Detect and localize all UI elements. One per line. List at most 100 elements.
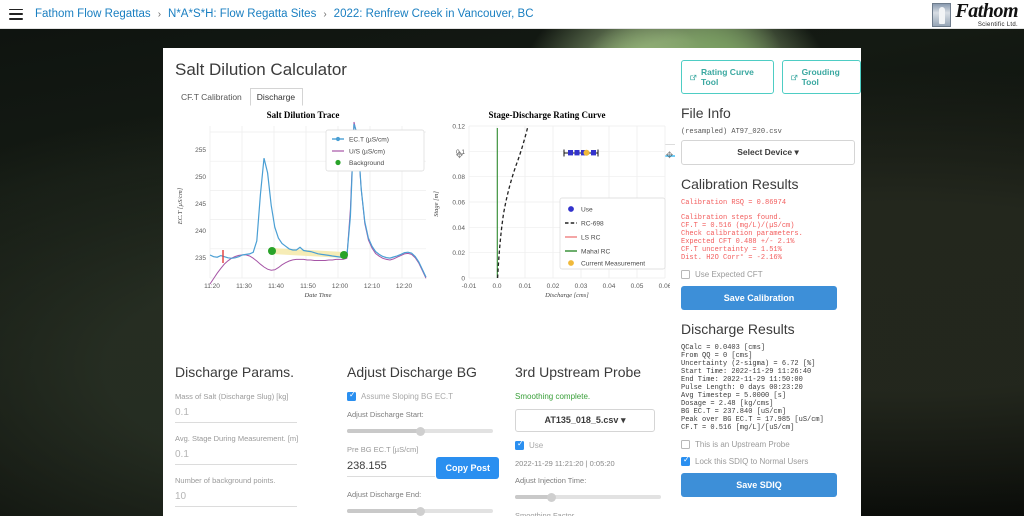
current-measurement-point[interactable] xyxy=(583,149,590,156)
mass-of-salt-input[interactable]: 0.1 xyxy=(175,407,335,418)
grouding-tool-button[interactable]: Grouding Tool xyxy=(781,60,861,94)
select-device-dropdown[interactable]: Select Device ▾ xyxy=(681,140,855,165)
chart-title: Stage-Discharge Rating Curve xyxy=(489,110,606,120)
y-axis-ticks: 235 240 245 250 255 xyxy=(195,147,206,262)
discharge-line: Avg Timestep = 5.0000 [s] xyxy=(681,392,787,400)
checkbox-label: This is an Upstream Probe xyxy=(695,440,790,449)
checkbox-label: Use xyxy=(529,441,544,450)
slider-fill xyxy=(347,509,420,513)
salt-dilution-trace-chart[interactable]: Salt Dilution Trace 235 240 245 250 255 … xyxy=(168,106,438,298)
field-label: Mass of Salt (Discharge Slug) [kg] xyxy=(175,392,289,401)
logo-subtitle: Scientific Ltd. xyxy=(977,22,1018,28)
breadcrumb-item-2[interactable]: 2022: Renfrew Creek in Vancouver, BC xyxy=(334,8,534,20)
tab-discharge[interactable]: Discharge xyxy=(249,88,304,106)
slider-knob[interactable] xyxy=(547,492,556,502)
external-link-icon xyxy=(690,74,697,80)
hamburger-menu-icon[interactable] xyxy=(9,8,23,20)
breadcrumb-separator-icon: › xyxy=(323,8,327,20)
pre-bg-input[interactable]: 238.155 xyxy=(347,460,435,472)
use-expected-cft-checkbox[interactable] xyxy=(681,270,690,279)
svg-text:250: 250 xyxy=(195,174,206,181)
breadcrumb-item-1[interactable]: N*A*S*H: Flow Regatta Sites xyxy=(168,8,316,20)
svg-text:0.04: 0.04 xyxy=(452,225,465,232)
use-checkbox[interactable] xyxy=(515,440,524,450)
use-point[interactable] xyxy=(574,150,580,156)
chevron-down-icon: ▾ xyxy=(794,147,799,157)
avg-stage-input[interactable]: 0.1 xyxy=(175,449,335,460)
upstream-probe-checkbox[interactable] xyxy=(681,440,690,449)
adjust-discharge-start-slider[interactable] xyxy=(347,425,493,437)
use-point[interactable] xyxy=(591,150,596,156)
background-point[interactable] xyxy=(268,247,276,255)
smoothing-factor-label: Smoothing Factor xyxy=(515,511,575,516)
field-underline xyxy=(175,422,297,423)
background-point[interactable] xyxy=(340,251,348,259)
field-underline xyxy=(175,506,297,507)
upstream-probe-column: 3rd Upstream Probe Smoothing complete. A… xyxy=(503,364,678,516)
breadcrumb-item-0[interactable]: Fathom Flow Regattas xyxy=(35,8,151,20)
legend-label: Background xyxy=(349,160,385,167)
copy-post-button[interactable]: Copy Post xyxy=(436,457,499,479)
svg-text:0.02: 0.02 xyxy=(452,250,465,257)
use-point[interactable] xyxy=(568,150,573,156)
assume-sloping-bg-checkbox[interactable] xyxy=(347,391,356,401)
discharge-line: Dosage = 2.48 [kg/cms] xyxy=(681,400,774,408)
adjust-discharge-end-slider[interactable] xyxy=(347,505,493,516)
save-calibration-button[interactable]: Save Calibration xyxy=(681,286,837,310)
calibration-line: CF.T uncertainty = 1.51% xyxy=(681,246,782,254)
discharge-line: Uncertainty (2-sigma) = 6.72 [%] xyxy=(681,360,816,368)
button-label: Rating Curve Tool xyxy=(701,67,754,87)
section-title-file-info: File Info xyxy=(681,105,731,121)
logo-wordmark: Fathom xyxy=(955,0,1018,22)
select-device-value: Select Device xyxy=(737,147,793,157)
adjust-injection-time-slider[interactable] xyxy=(515,491,661,503)
svg-text:11:20: 11:20 xyxy=(204,283,220,290)
field-underline xyxy=(347,476,435,477)
svg-text:0.01: 0.01 xyxy=(519,283,532,290)
pre-bg-label: Pre BG EC.T [µS/cm] xyxy=(347,445,419,454)
rating-curve-tool-button[interactable]: Rating Curve Tool xyxy=(681,60,774,94)
external-link-icon xyxy=(790,74,797,80)
discharge-line: From QQ = 0 [cms] xyxy=(681,352,753,360)
discharge-line: Start Time: 2022-11-29 11:26:40 xyxy=(681,368,812,376)
file-name: (resampled) AT97_020.csv xyxy=(681,128,782,136)
tool-buttons-row: Rating Curve Tool Grouding Tool xyxy=(675,48,861,94)
svg-text:240: 240 xyxy=(195,228,206,235)
lock-sdiq-row[interactable]: Lock this SDIQ to Normal Users xyxy=(681,456,861,466)
upstream-probe-flag-row[interactable]: This is an Upstream Probe xyxy=(681,440,861,449)
discharge-line: Peak over BG EC.T = 17.985 [uS/cm] xyxy=(681,416,824,424)
save-sdiq-button[interactable]: Save SDIQ xyxy=(681,473,837,497)
chart-title: Salt Dilution Trace xyxy=(267,110,340,120)
legend-label: RC-698 xyxy=(581,221,604,228)
legend-label: EC.T (µS/cm) xyxy=(349,137,389,144)
upstream-file-select[interactable]: AT135_018_5.csv ▾ xyxy=(515,409,655,432)
assume-sloping-bg-checkbox-row[interactable]: Assume Sloping BG EC.T xyxy=(347,391,503,401)
adjust-injection-time-label: Adjust Injection Time: xyxy=(515,476,587,485)
section-title-upstream-probe: 3rd Upstream Probe xyxy=(515,364,642,380)
lock-sdiq-checkbox[interactable] xyxy=(681,456,690,466)
svg-text:-0.01: -0.01 xyxy=(462,283,477,290)
stage-discharge-rating-curve-chart[interactable]: Stage-Discharge Rating Curve 0 0.02 0.04… xyxy=(425,106,670,298)
discharge-line: BG EC.T = 237.840 [uS/cm] xyxy=(681,408,787,416)
field-underline xyxy=(175,464,297,465)
x-axis-label: Discharge [cms] xyxy=(544,292,589,298)
breadcrumb-separator-icon: › xyxy=(157,8,162,20)
legend-label: LS RC xyxy=(581,235,601,242)
field-background-points: Number of background points. 10 xyxy=(175,476,335,507)
slider-knob[interactable] xyxy=(416,426,425,436)
smoothing-status: Smoothing complete. xyxy=(515,392,591,401)
upstream-timestamp: 2022-11-29 11:21:20 | 0:05:20 xyxy=(515,459,615,468)
background-points-input[interactable]: 10 xyxy=(175,491,335,502)
use-expected-cft-row[interactable]: Use Expected CFT xyxy=(681,270,861,279)
use-checkbox-row[interactable]: Use xyxy=(515,440,678,450)
adjust-discharge-start-label: Adjust Discharge Start: xyxy=(347,410,424,419)
section-title-calibration-results: Calibration Results xyxy=(681,176,799,192)
chevron-down-icon: ▾ xyxy=(620,415,626,425)
legend-label: Mahal RC xyxy=(581,249,611,256)
slider-knob[interactable] xyxy=(416,506,425,516)
legend-label: Current Measurement xyxy=(581,261,645,268)
adjust-discharge-end-label: Adjust Discharge End: xyxy=(347,490,422,499)
tab-cft-calibration[interactable]: CF.T Calibration xyxy=(174,88,250,106)
chart-legend: Use RC-698 LS RC Mahal RC Current Measur… xyxy=(559,197,666,270)
